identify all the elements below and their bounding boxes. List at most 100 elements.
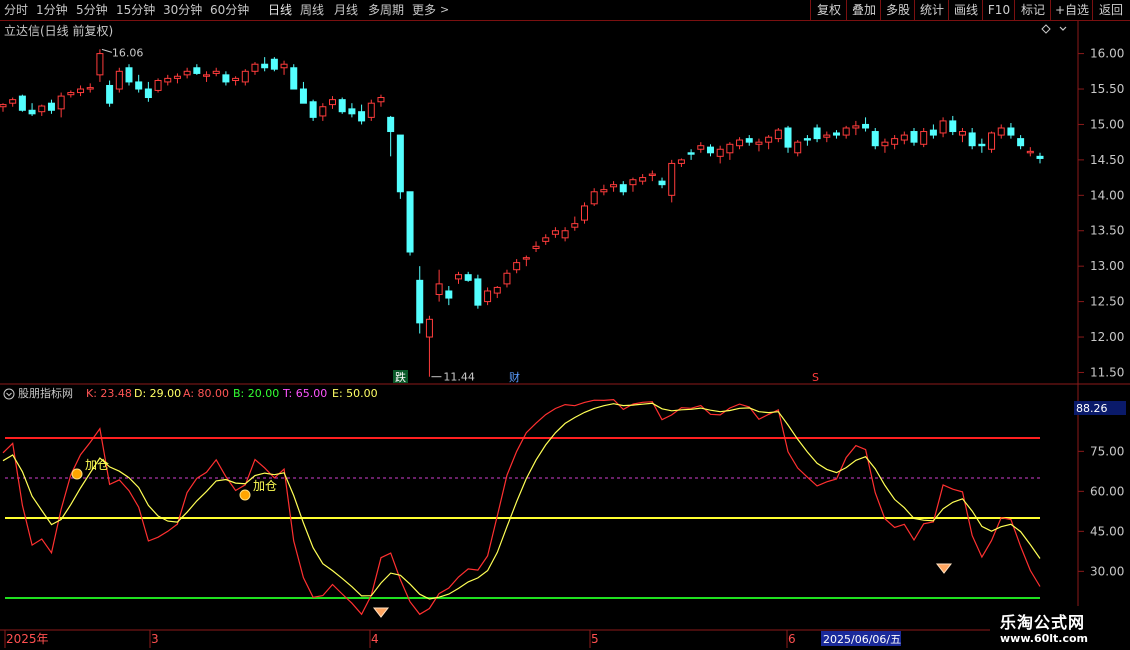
candle-body [958, 131, 966, 136]
price-label: 13.50 [1090, 224, 1124, 238]
indicator-name[interactable]: 股朋指标网 [18, 387, 73, 401]
candle-body [668, 162, 676, 196]
candle-body [164, 77, 172, 83]
candle-body [706, 146, 714, 154]
diamond-signal-icon [935, 563, 953, 574]
candle-body [115, 70, 123, 90]
candle-body [949, 120, 957, 133]
candle-body [600, 189, 608, 193]
candle-body [1007, 127, 1015, 136]
tab-more[interactable]: 更多 [412, 2, 436, 18]
chart-canvas[interactable]: 16.0611.44跌财 S 16.0015.5015.0014.5014.001… [0, 0, 1130, 650]
tab-15min[interactable]: 15分钟 [116, 2, 155, 18]
price-label: 12.50 [1090, 295, 1124, 309]
oscillator-axis: 75.00 60.00 45.00 30.00 88.26 [1074, 401, 1126, 578]
price-label: 15.00 [1090, 117, 1124, 131]
chevron-right-icon[interactable]: > [440, 2, 449, 18]
indicator-param: D: 29.00 [134, 387, 182, 400]
chart-grid [0, 20, 1130, 648]
price-label: 15.50 [1090, 82, 1124, 96]
candle-body [697, 145, 705, 150]
candle-body [532, 245, 540, 249]
candle-body [232, 77, 240, 82]
candle-body [794, 141, 802, 154]
candle-body [493, 286, 501, 294]
candle-body [18, 95, 26, 111]
candle-body [203, 74, 211, 77]
candle-body [251, 63, 259, 72]
price-label: 14.00 [1090, 188, 1124, 202]
candle-body [619, 184, 627, 193]
signal-label: 加仓 [85, 458, 109, 472]
tab-30min[interactable]: 30分钟 [163, 2, 202, 18]
candle-body [658, 180, 666, 186]
tab-5min[interactable]: 5分钟 [76, 2, 108, 18]
candle-body [610, 184, 618, 188]
tab-1min[interactable]: 1分钟 [36, 2, 68, 18]
fuquan-button[interactable]: 复权 [810, 0, 847, 20]
k-line [2, 398, 1041, 616]
candle-body [881, 141, 889, 147]
tab-daily[interactable]: 日线 [268, 2, 292, 18]
stats-button[interactable]: 统计 [914, 0, 949, 20]
overlay-button[interactable]: 叠加 [846, 0, 881, 20]
candle-body [348, 108, 356, 115]
watermark-url: www.60lt.com [1000, 632, 1089, 645]
candle-body [377, 97, 385, 103]
candle-body [67, 92, 75, 96]
draw-button[interactable]: 画线 [948, 0, 983, 20]
date-axis: 2025年 3 4 5 6 2025/06/06/五 [4, 630, 901, 648]
price-axis: 16.00 15.50 15.00 14.50 14.00 13.50 13.00 12.50… [1078, 47, 1124, 379]
signal-label: 加仓 [253, 479, 277, 493]
candle-body [736, 139, 744, 147]
f10-button[interactable]: F10 [982, 0, 1015, 20]
add-watchlist-button[interactable]: +自选 [1050, 0, 1093, 20]
indicator-param: K: 23.48 [86, 387, 132, 400]
candle-body [280, 63, 288, 69]
tab-weekly[interactable]: 周线 [300, 2, 324, 18]
candle-body [677, 159, 685, 164]
high-label: 16.06 [112, 46, 144, 59]
candle-body [154, 80, 162, 91]
back-button[interactable]: 返回 [1092, 0, 1129, 20]
stock-title: 立达信(日线 前复权) [4, 24, 114, 38]
indicator-param: A: 80.00 [183, 387, 230, 400]
candle-body [329, 99, 337, 106]
collapse-chevron-icon[interactable] [3, 388, 15, 400]
tab-multi-period[interactable]: 多周期 [368, 2, 404, 18]
candle-body [997, 127, 1005, 136]
cursor-date-label: 2025/06/06/五 [823, 633, 901, 646]
indicator-param: B: 20.00 [233, 387, 280, 400]
add-position-icon [71, 468, 83, 480]
chevron-down-icon [1059, 26, 1067, 31]
diamond-icon [1041, 24, 1051, 34]
price-label: 14.50 [1090, 153, 1124, 167]
tab-60min[interactable]: 60分钟 [210, 2, 249, 18]
osc-axis-label: 45.00 [1090, 524, 1124, 538]
candle-body [852, 125, 860, 129]
candle-body [222, 74, 230, 83]
candle-body [871, 131, 879, 147]
tab-fenshi[interactable]: 分时 [4, 2, 28, 18]
candle-body [629, 179, 637, 186]
candle-body [0, 104, 7, 108]
candle-body [261, 63, 269, 69]
date-label: 4 [371, 632, 379, 646]
candle-body [367, 102, 375, 118]
candle-body [290, 67, 298, 90]
candle-body [988, 132, 996, 150]
candle-body [900, 134, 908, 141]
candle-body [309, 101, 317, 118]
candle-body [406, 191, 414, 253]
candle-body [745, 138, 753, 143]
candle-body [47, 102, 55, 111]
candle-body [455, 274, 463, 280]
mark-button[interactable]: 标记 [1014, 0, 1051, 20]
candle-body [891, 138, 899, 145]
multi-stock-button[interactable]: 多股 [880, 0, 915, 20]
price-label: 11.50 [1090, 365, 1124, 379]
candle-body [474, 278, 482, 306]
candle-body [542, 237, 550, 242]
tab-monthly[interactable]: 月线 [334, 2, 358, 18]
candle-body [435, 283, 443, 296]
